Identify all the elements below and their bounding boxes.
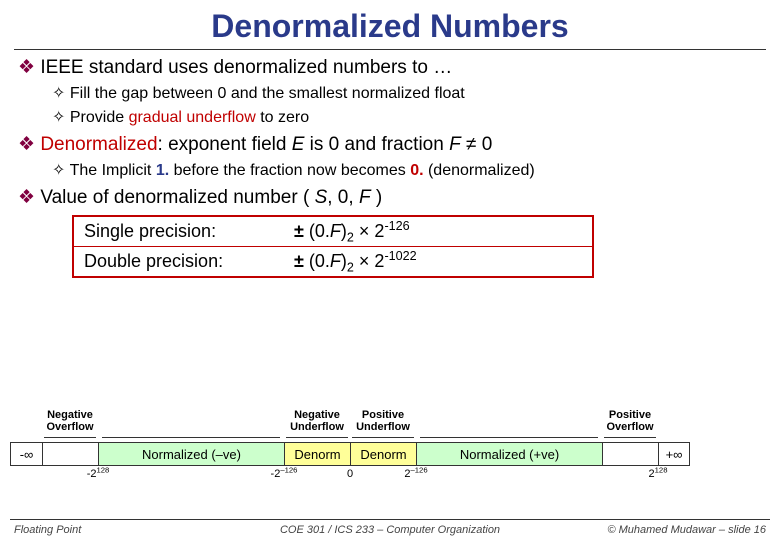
footer: Floating Point COE 301 / ICS 233 – Compu…	[0, 524, 780, 536]
subbullet-implicit: ✧ The Implicit 1. before the fraction no…	[18, 160, 762, 180]
diamond-icon: ❖	[18, 134, 40, 155]
tick-zero: 0	[347, 468, 353, 480]
pos-overflow-cell	[602, 442, 658, 466]
slide-title: Denormalized Numbers	[0, 0, 780, 45]
bullet-text: IEEE standard uses denormalized numbers …	[40, 57, 452, 78]
diamond-icon: ❖	[18, 57, 40, 78]
tick-2-128: 2128	[649, 468, 668, 480]
diamond-open-icon: ✧	[52, 162, 70, 179]
text: (0.	[304, 251, 330, 271]
base-2: 2	[347, 261, 354, 275]
footer-divider	[10, 519, 770, 520]
text: (0.	[304, 221, 330, 241]
bullet-ieee: ❖ IEEE standard uses denormalized number…	[18, 56, 762, 79]
single-precision-row: Single precision: ± (0.F)2 × 2-126	[74, 217, 592, 246]
text: Provide	[70, 109, 129, 126]
norm-neg-cell: Normalized (–ve)	[98, 442, 284, 466]
text: before the fraction now becomes	[169, 162, 410, 179]
title-divider	[14, 49, 766, 50]
text: × 2	[354, 221, 385, 241]
text-one: 1.	[156, 162, 169, 179]
number-line: Negative Overflow Negative Underflow Pos…	[10, 408, 770, 482]
text: (denormalized)	[424, 162, 535, 179]
exp-1022: -1022	[384, 249, 416, 263]
text-F: F	[359, 187, 371, 208]
braces	[10, 434, 770, 442]
text-F: F	[330, 251, 341, 271]
text: to zero	[256, 109, 309, 126]
tick-2-m126: 2–126	[404, 468, 427, 480]
diamond-open-icon: ✧	[52, 109, 70, 126]
text-F: F	[449, 134, 461, 155]
text-E: E	[292, 134, 305, 155]
dp-value: ± (0.F)2 × 2-1022	[284, 247, 592, 276]
neg-inf-cell: -∞	[10, 442, 42, 466]
pos-overflow-label: Positive Overflow	[602, 408, 658, 434]
bullet-value: ❖ Value of denormalized number ( S, 0, F…	[18, 186, 762, 209]
precision-box: Single precision: ± (0.F)2 × 2-126 Doubl…	[72, 215, 594, 278]
footer-center: COE 301 / ICS 233 – Computer Organizatio…	[280, 524, 500, 536]
diamond-icon: ❖	[18, 187, 40, 208]
text-gradual-underflow: gradual underflow	[129, 109, 256, 126]
text-zero: 0.	[410, 162, 423, 179]
double-precision-row: Double precision: ± (0.F)2 × 2-1022	[74, 246, 592, 276]
pos-underflow-label: Positive Underflow	[350, 408, 416, 434]
text: )	[371, 187, 383, 208]
neg-overflow-cell	[42, 442, 98, 466]
base-2: 2	[347, 231, 354, 245]
subbullet-gradual: ✧ Provide gradual underflow to zero	[18, 107, 762, 127]
text: is 0 and fraction	[304, 134, 449, 155]
denorm-pos-cell: Denorm	[350, 442, 416, 466]
text: ≠ 0	[461, 134, 493, 155]
text-F: F	[330, 221, 341, 241]
sp-label: Single precision:	[74, 217, 284, 246]
axis-ticks: -2128 -2–126 0 2–126 2128	[10, 468, 770, 482]
diamond-open-icon: ✧	[52, 85, 70, 102]
text: : exponent field	[158, 134, 292, 155]
denorm-neg-cell: Denorm	[284, 442, 350, 466]
bullet-denormalized: ❖ Denormalized: exponent field E is 0 an…	[18, 133, 762, 156]
dp-label: Double precision:	[74, 247, 284, 276]
norm-pos-cell: Normalized (+ve)	[416, 442, 602, 466]
tick-neg-2-128: -2128	[87, 468, 110, 480]
text: × 2	[354, 251, 385, 271]
text: Value of denormalized number (	[40, 187, 314, 208]
text-S: S	[315, 187, 328, 208]
slide-body: ❖ IEEE standard uses denormalized number…	[0, 56, 780, 278]
pos-inf-cell: +∞	[658, 442, 690, 466]
text: The Implicit	[70, 162, 156, 179]
subbullet-fillgap: ✧ Fill the gap between 0 and the smalles…	[18, 83, 762, 103]
text-denormalized: Denormalized	[40, 134, 157, 155]
axis: -∞ Normalized (–ve) Denorm Denorm Normal…	[10, 442, 770, 466]
footer-left: Floating Point	[14, 524, 81, 536]
neg-underflow-label: Negative Underflow	[284, 408, 350, 434]
plusminus: ±	[294, 221, 304, 241]
neg-overflow-label: Negative Overflow	[42, 408, 98, 434]
text: , 0,	[327, 187, 359, 208]
tick-neg-2-m126: -2–126	[271, 468, 298, 480]
footer-right: © Muhamed Mudawar – slide 16	[607, 524, 766, 536]
sp-value: ± (0.F)2 × 2-126	[284, 217, 592, 246]
plusminus: ±	[294, 251, 304, 271]
exp-126: -126	[384, 219, 409, 233]
zone-labels-top: Negative Overflow Negative Underflow Pos…	[10, 408, 770, 434]
subbullet-text: Fill the gap between 0 and the smallest …	[70, 85, 465, 102]
